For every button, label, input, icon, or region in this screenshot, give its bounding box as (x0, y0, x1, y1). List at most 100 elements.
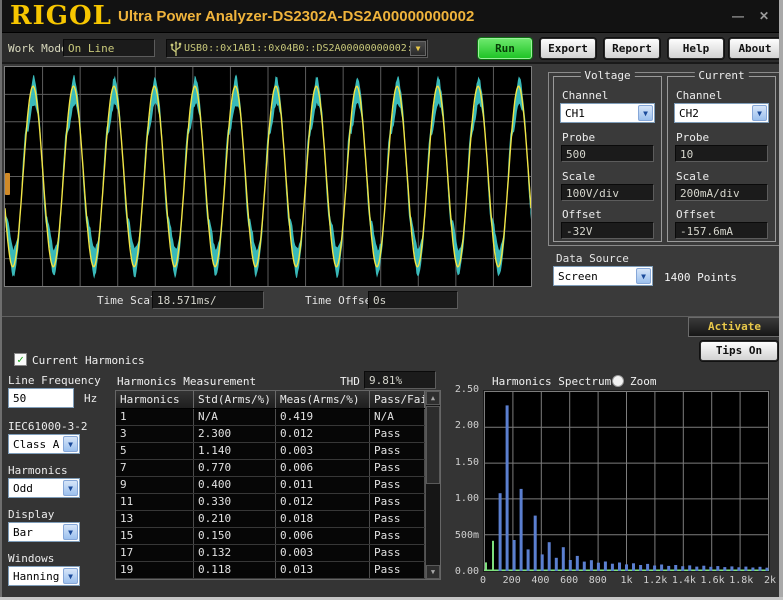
time-offset-value: 0s (368, 291, 458, 309)
x-tick-label: 400 (531, 575, 549, 586)
window-edge (0, 0, 2, 600)
column-header[interactable]: Std(Arms/%) (194, 391, 276, 408)
window-title: Ultra Power Analyzer-DS2302A-DS2A0000000… (118, 8, 474, 25)
waveform-display (4, 66, 532, 287)
current-probe-value: 10 (675, 145, 768, 162)
x-tick-label: 1.4k (672, 575, 696, 586)
table-cell: 1.140 (194, 443, 276, 459)
table-row[interactable]: 90.4000.011Pass (116, 477, 425, 494)
spectrum-plot (483, 390, 770, 572)
table-cell: Pass (370, 511, 425, 527)
table-cell: 0.210 (194, 511, 276, 527)
x-tick-label: 800 (589, 575, 607, 586)
about-button[interactable]: About (729, 38, 781, 59)
activate-button[interactable]: Activate (688, 317, 781, 337)
current-scale-label: Scale (676, 170, 709, 183)
spectrum-bars (484, 391, 769, 571)
table-row[interactable]: 150.1500.006Pass (116, 528, 425, 545)
windows-label: Windows (8, 552, 54, 565)
y-tick-label: 2.00 (455, 420, 479, 431)
work-mode-label: Work Mode (8, 42, 68, 55)
x-tick-label: 1.2k (643, 575, 667, 586)
harmonics-mode-select[interactable]: Odd ▼ (8, 478, 80, 498)
line-frequency-input[interactable] (8, 388, 74, 408)
table-cell: 0.419 (276, 409, 370, 425)
current-probe-label: Probe (676, 131, 709, 144)
table-row[interactable]: 190.1180.013Pass (116, 562, 425, 579)
display-mode-label: Display (8, 508, 54, 521)
zoom-radio[interactable] (612, 375, 624, 387)
table-cell: 15 (116, 528, 194, 544)
table-row[interactable]: 32.3000.012Pass (116, 426, 425, 443)
table-body: 1N/A0.419N/A32.3000.012Pass51.1400.003Pa… (116, 409, 425, 579)
x-tick-label: 1k (620, 575, 632, 586)
voltage-group: Voltage Channel CH1 ▼ Probe 500 Scale 10… (553, 76, 662, 242)
table-cell: 0.400 (194, 477, 276, 493)
table-cell: 0.006 (276, 528, 370, 544)
iec-class-select[interactable]: Class A ▼ (8, 434, 80, 454)
table-cell: 3 (116, 426, 194, 442)
report-button[interactable]: Report (604, 38, 660, 59)
iec-standard-label: IEC61000-3-2 (8, 420, 87, 433)
current-channel-value: CH2 (675, 107, 751, 120)
chevron-down-icon: ▼ (63, 524, 78, 540)
window-function-select[interactable]: Hanning ▼ (8, 566, 80, 586)
x-tick-label: 1.6k (701, 575, 725, 586)
voltage-offset-value: -32V (561, 222, 654, 239)
table-cell: 11 (116, 494, 194, 510)
display-mode-value: Bar (9, 526, 62, 539)
current-channel-select[interactable]: CH2 ▼ (674, 103, 769, 123)
table-row[interactable]: 130.2100.018Pass (116, 511, 425, 528)
table-cell: N/A (194, 409, 276, 425)
zoom-radio-label: Zoom (630, 375, 657, 388)
help-button[interactable]: Help (668, 38, 724, 59)
spectrum-x-axis: 02004006008001k1.2k1.4k1.6k1.8k2k (483, 575, 771, 589)
x-tick-label: 0 (480, 575, 486, 586)
rigol-logo: RIGOL (10, 1, 112, 31)
chevron-down-icon: ▼ (752, 105, 767, 121)
voltage-offset-label: Offset (562, 208, 602, 221)
current-offset-value: -157.6mA (675, 222, 768, 239)
usb-address: USB0::0x1AB1::0x04B0::DS2A00000000002:: (184, 43, 410, 54)
table-cell: Pass (370, 477, 425, 493)
table-cell: 0.150 (194, 528, 276, 544)
column-header[interactable]: Pass/Fail (370, 391, 425, 408)
table-cell: 0.003 (276, 443, 370, 459)
table-cell: Pass (370, 528, 425, 544)
usb-device-select[interactable]: USB0::0x1AB1::0x04B0::DS2A00000000002:: … (166, 39, 428, 58)
toolbar: Work Mode On Line USB0::0x1AB1::0x04B0::… (0, 33, 783, 64)
run-button[interactable]: Run (478, 38, 532, 59)
voltage-scale-label: Scale (562, 170, 595, 183)
table-cell: 19 (116, 562, 194, 578)
display-mode-select[interactable]: Bar ▼ (8, 522, 80, 542)
current-group-title: Current (694, 69, 748, 82)
usb-icon (170, 41, 182, 57)
table-row[interactable]: 110.3300.012Pass (116, 494, 425, 511)
table-cell: 0.006 (276, 460, 370, 476)
tips-on-button[interactable]: Tips On (700, 341, 778, 361)
current-harmonics-checkbox[interactable]: ✓ (14, 353, 27, 366)
y-tick-label: 500m (455, 530, 479, 541)
waveform-traces (5, 67, 531, 286)
voltage-channel-select[interactable]: CH1 ▼ (560, 103, 655, 123)
thd-label: THD (340, 375, 360, 388)
data-source-select[interactable]: Screen ▼ (553, 266, 653, 286)
table-row[interactable]: 51.1400.003Pass (116, 443, 425, 460)
close-icon[interactable]: ✕ (755, 9, 773, 24)
work-mode-value: On Line (63, 39, 155, 57)
column-header[interactable]: Harmonics (116, 391, 194, 408)
column-header[interactable]: Meas(Arms/%) (276, 391, 370, 408)
current-scale-value: 200mA/div (675, 184, 768, 201)
chevron-down-icon[interactable]: ▼ (410, 41, 426, 56)
time-offset-label: Time Offset (305, 294, 378, 307)
table-row[interactable]: 1N/A0.419N/A (116, 409, 425, 426)
harmonics-mode-value: Odd (9, 482, 62, 495)
spectrum-y-axis: 0.00500m1.001.502.002.50 (438, 390, 479, 572)
export-button[interactable]: Export (540, 38, 596, 59)
spectrum-title: Harmonics Spectrum (492, 375, 611, 388)
minimize-icon[interactable]: — (729, 9, 747, 24)
table-cell: 9 (116, 477, 194, 493)
table-row[interactable]: 170.1320.003Pass (116, 545, 425, 562)
table-row[interactable]: 70.7700.006Pass (116, 460, 425, 477)
data-source-value: Screen (554, 270, 635, 283)
